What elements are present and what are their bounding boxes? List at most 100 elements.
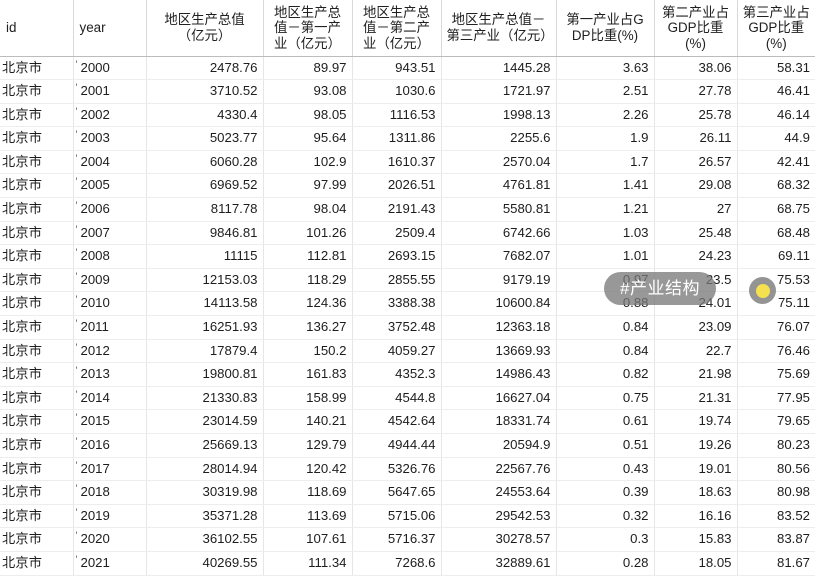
cell-r7-c2[interactable]: 9846.81 bbox=[146, 221, 264, 246]
cell-r15-c7[interactable]: 19.74 bbox=[654, 409, 738, 434]
cell-r12-c6[interactable]: 0.84 bbox=[556, 339, 655, 364]
column-header-8[interactable]: 第三产业占GDP比重(%) bbox=[737, 0, 815, 57]
cell-r11-c5[interactable]: 12363.18 bbox=[441, 315, 557, 340]
cell-r21-c4[interactable]: 7268.6 bbox=[352, 551, 442, 576]
cell-r19-c1[interactable]: 2019 bbox=[73, 504, 147, 529]
cell-r4-c1[interactable]: 2004 bbox=[73, 150, 147, 175]
cell-r19-c2[interactable]: 35371.28 bbox=[146, 504, 264, 529]
cell-r5-c1[interactable]: 2005 bbox=[73, 173, 147, 199]
cell-r21-c1[interactable]: 2021 bbox=[73, 551, 147, 576]
cell-r3-c1[interactable]: 2003 bbox=[73, 126, 147, 151]
cell-r17-c2[interactable]: 28014.94 bbox=[146, 457, 264, 482]
cell-r14-c5[interactable]: 16627.04 bbox=[441, 386, 557, 411]
cell-r5-c7[interactable]: 29.08 bbox=[654, 173, 738, 199]
cell-r5-c2[interactable]: 6969.52 bbox=[146, 173, 264, 199]
cell-r14-c2[interactable]: 21330.83 bbox=[146, 386, 264, 411]
cell-r4-c7[interactable]: 26.57 bbox=[654, 150, 738, 175]
cell-r10-c5[interactable]: 10600.84 bbox=[441, 291, 557, 317]
cell-r6-c5[interactable]: 5580.81 bbox=[441, 197, 557, 222]
column-header-0[interactable]: id bbox=[0, 0, 74, 57]
cell-r2-c4[interactable]: 1116.53 bbox=[352, 103, 442, 128]
cell-r0-c5[interactable]: 1445.28 bbox=[441, 56, 557, 81]
cell-r7-c0[interactable]: 北京市 bbox=[0, 221, 74, 246]
cell-r4-c8[interactable]: 42.41 bbox=[737, 150, 815, 175]
cell-r19-c7[interactable]: 16.16 bbox=[654, 504, 738, 529]
cell-r5-c4[interactable]: 2026.51 bbox=[352, 173, 442, 199]
cell-r21-c5[interactable]: 32889.61 bbox=[441, 551, 557, 576]
cell-r6-c3[interactable]: 98.04 bbox=[263, 197, 353, 222]
cell-r7-c7[interactable]: 25.48 bbox=[654, 221, 738, 246]
cell-r13-c6[interactable]: 0.82 bbox=[556, 362, 655, 387]
cell-r0-c6[interactable]: 3.63 bbox=[556, 56, 655, 81]
cell-r1-c0[interactable]: 北京市 bbox=[0, 79, 74, 104]
cell-r17-c7[interactable]: 19.01 bbox=[654, 457, 738, 482]
cell-r11-c7[interactable]: 23.09 bbox=[654, 315, 738, 340]
cell-r14-c8[interactable]: 77.95 bbox=[737, 386, 815, 411]
cell-r0-c8[interactable]: 58.31 bbox=[737, 56, 815, 81]
cell-r11-c0[interactable]: 北京市 bbox=[0, 315, 74, 340]
cell-r16-c1[interactable]: 2016 bbox=[73, 433, 147, 458]
cell-r16-c2[interactable]: 25669.13 bbox=[146, 433, 264, 458]
cell-r13-c4[interactable]: 4352.3 bbox=[352, 362, 442, 387]
cell-r16-c8[interactable]: 80.23 bbox=[737, 433, 815, 458]
cell-r19-c0[interactable]: 北京市 bbox=[0, 504, 74, 529]
cell-r12-c5[interactable]: 13669.93 bbox=[441, 339, 557, 364]
cell-r2-c1[interactable]: 2002 bbox=[73, 103, 147, 128]
cell-r7-c4[interactable]: 2509.4 bbox=[352, 221, 442, 246]
cell-r20-c6[interactable]: 0.3 bbox=[556, 527, 655, 552]
cell-r16-c5[interactable]: 20594.9 bbox=[441, 433, 557, 458]
cell-r8-c2[interactable]: 11115 bbox=[146, 244, 264, 269]
cell-r10-c0[interactable]: 北京市 bbox=[0, 291, 74, 317]
cell-r6-c7[interactable]: 27 bbox=[654, 197, 738, 222]
cell-r21-c8[interactable]: 81.67 bbox=[737, 551, 815, 576]
cell-r14-c6[interactable]: 0.75 bbox=[556, 386, 655, 411]
column-header-1[interactable]: year bbox=[73, 0, 147, 57]
cell-r6-c0[interactable]: 北京市 bbox=[0, 197, 74, 222]
cell-r20-c7[interactable]: 15.83 bbox=[654, 527, 738, 552]
cell-r18-c0[interactable]: 北京市 bbox=[0, 480, 74, 505]
cell-r20-c4[interactable]: 5716.37 bbox=[352, 527, 442, 552]
cell-r5-c8[interactable]: 68.32 bbox=[737, 173, 815, 199]
cell-r18-c8[interactable]: 80.98 bbox=[737, 480, 815, 505]
cell-r18-c3[interactable]: 118.69 bbox=[263, 480, 353, 505]
cell-r5-c5[interactable]: 4761.81 bbox=[441, 173, 557, 199]
cell-r14-c3[interactable]: 158.99 bbox=[263, 386, 353, 411]
cell-r6-c4[interactable]: 2191.43 bbox=[352, 197, 442, 222]
cell-r3-c8[interactable]: 44.9 bbox=[737, 126, 815, 151]
cell-r9-c3[interactable]: 118.29 bbox=[263, 268, 353, 293]
cell-r0-c1[interactable]: 2000 bbox=[73, 56, 147, 81]
cell-r12-c0[interactable]: 北京市 bbox=[0, 339, 74, 364]
cell-r8-c4[interactable]: 2693.15 bbox=[352, 244, 442, 269]
cell-r17-c3[interactable]: 120.42 bbox=[263, 457, 353, 482]
cell-r4-c6[interactable]: 1.7 bbox=[556, 150, 655, 175]
cell-r15-c1[interactable]: 2015 bbox=[73, 409, 147, 434]
spreadsheet-sheet[interactable]: id year 地区生产总值（亿元） 地区生产总值－第一产业（亿元） 地区生产总值－第二… bbox=[0, 0, 815, 576]
cell-r11-c1[interactable]: 2011 bbox=[73, 315, 147, 340]
cell-r3-c3[interactable]: 95.64 bbox=[263, 126, 353, 151]
cell-r4-c2[interactable]: 6060.28 bbox=[146, 150, 264, 175]
cell-r0-c2[interactable]: 2478.76 bbox=[146, 56, 264, 81]
cell-r13-c1[interactable]: 2013 bbox=[73, 362, 147, 387]
cell-r13-c0[interactable]: 北京市 bbox=[0, 362, 74, 387]
cell-r2-c0[interactable]: 北京市 bbox=[0, 103, 74, 128]
cell-r19-c5[interactable]: 29542.53 bbox=[441, 504, 557, 529]
cell-r21-c2[interactable]: 40269.55 bbox=[146, 551, 264, 576]
cell-r12-c2[interactable]: 17879.4 bbox=[146, 339, 264, 364]
cell-r16-c3[interactable]: 129.79 bbox=[263, 433, 353, 458]
cell-r20-c2[interactable]: 36102.55 bbox=[146, 527, 264, 552]
cell-r10-c2[interactable]: 14113.58 bbox=[146, 291, 264, 317]
cell-r15-c6[interactable]: 0.61 bbox=[556, 409, 655, 434]
cell-r6-c6[interactable]: 1.21 bbox=[556, 197, 655, 222]
cell-r18-c5[interactable]: 24553.64 bbox=[441, 480, 557, 505]
cell-r8-c6[interactable]: 1.01 bbox=[556, 244, 655, 269]
cell-r18-c6[interactable]: 0.39 bbox=[556, 480, 655, 505]
cell-r19-c6[interactable]: 0.32 bbox=[556, 504, 655, 529]
cell-r5-c6[interactable]: 1.41 bbox=[556, 173, 655, 199]
cell-r13-c7[interactable]: 21.98 bbox=[654, 362, 738, 387]
cell-r1-c1[interactable]: 2001 bbox=[73, 79, 147, 104]
cell-r21-c3[interactable]: 111.34 bbox=[263, 551, 353, 576]
cell-r1-c2[interactable]: 3710.52 bbox=[146, 79, 264, 104]
cell-r7-c3[interactable]: 101.26 bbox=[263, 221, 353, 246]
cell-r2-c6[interactable]: 2.26 bbox=[556, 103, 655, 128]
hashtag-badge[interactable]: #产业结构 bbox=[604, 272, 716, 305]
